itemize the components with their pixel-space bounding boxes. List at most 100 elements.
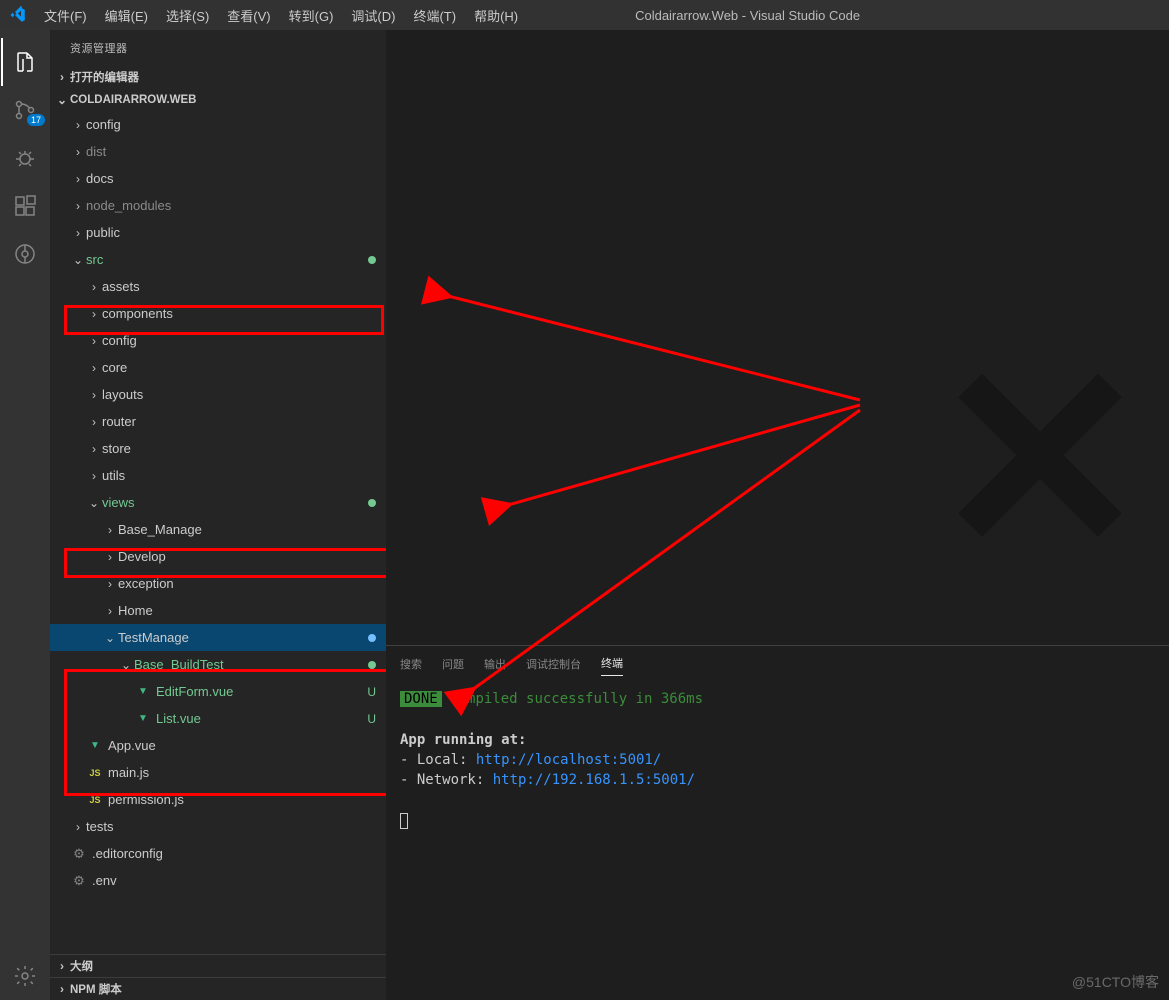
panel-tab-problems[interactable]: 问题 [442,652,464,676]
js-file-icon: JS [86,795,104,805]
chevron-down-icon: ⌄ [54,93,70,107]
vue-file-icon: ▼ [134,713,152,724]
vue-file-icon: ▼ [134,686,152,697]
chevron-down-icon: ⌄ [102,631,118,645]
activity-scm-icon[interactable]: 17 [1,86,49,134]
folder-dist[interactable]: ›dist [50,138,386,165]
folder-docs[interactable]: ›docs [50,165,386,192]
chevron-right-icon: › [86,442,102,456]
folder-core[interactable]: ›core [50,354,386,381]
file-editorconfig[interactable]: ⚙.editorconfig [50,840,386,867]
editor-empty: ✕ [386,30,1169,645]
vue-file-icon: ▼ [86,740,104,751]
chevron-right-icon: › [102,577,118,591]
terminal-output[interactable]: DONE Compiled successfully in 366ms App … [386,681,1169,1000]
menu-selection[interactable]: 选择(S) [158,2,217,29]
panel-tab-terminal[interactable]: 终端 [601,651,623,676]
menu-go[interactable]: 转到(G) [281,2,342,29]
chevron-right-icon: › [86,334,102,348]
folder-home[interactable]: ›Home [50,597,386,624]
tree-label: List.vue [156,711,201,726]
folder-src[interactable]: ⌄src [50,246,386,273]
terminal-line: - Network: [400,772,493,788]
menu-help[interactable]: 帮助(H) [466,2,526,29]
chevron-right-icon: › [70,145,86,159]
modified-dot [368,658,376,672]
file-env[interactable]: ⚙.env [50,867,386,894]
file-editform[interactable]: ▼EditForm.vueU [50,678,386,705]
modified-dot [368,496,376,510]
chevron-down-icon: ⌄ [86,496,102,510]
folder-base-buildtest[interactable]: ⌄Base_BuildTest [50,651,386,678]
folder-components[interactable]: ›components [50,300,386,327]
folder-public[interactable]: ›public [50,219,386,246]
activity-settings-icon[interactable] [1,952,49,1000]
chevron-right-icon: › [86,415,102,429]
terminal-link[interactable]: http://192.168.1.5:5001/ [493,772,695,788]
folder-develop[interactable]: ›Develop [50,543,386,570]
section-outline[interactable]: ›大纲 [50,954,386,977]
terminal-line: Compiled successfully in 366ms [450,691,703,707]
panel-tab-search[interactable]: 搜索 [400,652,422,676]
folder-assets[interactable]: ›assets [50,273,386,300]
file-main-js[interactable]: JSmain.js [50,759,386,786]
terminal-line: - Local: [400,752,476,768]
file-app[interactable]: ▼ App.vue [50,732,386,759]
file-list[interactable]: ▼ List.vue U [50,705,386,732]
chevron-right-icon: › [86,307,102,321]
folder-config[interactable]: ›config [50,111,386,138]
chevron-right-icon: › [54,959,70,973]
editor-area: ✕ 搜索 问题 输出 调试控制台 终端 DONE Compiled succes… [386,30,1169,1000]
folder-utils[interactable]: ›utils [50,462,386,489]
chevron-right-icon: › [70,172,86,186]
tree-label: assets [102,279,140,294]
tree-label: core [102,360,127,375]
panel-tab-output[interactable]: 输出 [484,652,506,676]
file-tree: ›打开的编辑器 ⌄COLDAIRARROW.WEB ›config ›dist … [50,65,386,1000]
menu-view[interactable]: 查看(V) [219,2,278,29]
menu-edit[interactable]: 编辑(E) [97,2,156,29]
vscode-watermark-icon: ✕ [931,310,1149,612]
chevron-right-icon: › [54,70,70,84]
chevron-right-icon: › [86,388,102,402]
folder-layouts[interactable]: ›layouts [50,381,386,408]
activity-debug-icon[interactable] [1,134,49,182]
tree-label: views [102,495,135,510]
activity-remote-icon[interactable] [1,230,49,278]
menu-debug[interactable]: 调试(D) [343,2,403,29]
section-npm[interactable]: ›NPM 脚本 [50,977,386,1000]
folder-tests[interactable]: ›tests [50,813,386,840]
chevron-down-icon: ⌄ [118,658,134,672]
activity-explorer-icon[interactable] [1,38,49,86]
folder-testmanage[interactable]: ⌄TestManage [50,624,386,651]
gear-icon: ⚙ [70,873,88,889]
tree-label: Home [118,603,153,618]
section-open-editors[interactable]: ›打开的编辑器 [50,65,386,88]
folder-node-modules[interactable]: ›node_modules [50,192,386,219]
tree-label: config [102,333,137,348]
section-label: COLDAIRARROW.WEB [70,94,197,106]
panel-tab-debug-console[interactable]: 调试控制台 [526,652,581,676]
menu-file[interactable]: 文件(F) [36,2,95,29]
titlebar: 文件(F) 编辑(E) 选择(S) 查看(V) 转到(G) 调试(D) 终端(T… [0,0,1169,30]
file-permission-js[interactable]: JSpermission.js [50,786,386,813]
activity-extensions-icon[interactable] [1,182,49,230]
chevron-down-icon: ⌄ [70,253,86,267]
chevron-right-icon: › [86,280,102,294]
section-project[interactable]: ⌄COLDAIRARROW.WEB [50,88,386,111]
tree-label: App.vue [108,738,156,753]
tree-label: tests [86,819,113,834]
menu-bar: 文件(F) 编辑(E) 选择(S) 查看(V) 转到(G) 调试(D) 终端(T… [36,2,526,29]
folder-views[interactable]: ⌄views [50,489,386,516]
folder-router[interactable]: ›router [50,408,386,435]
folder-config-inner[interactable]: ›config [50,327,386,354]
folder-base-manage[interactable]: ›Base_Manage [50,516,386,543]
modified-dot [368,253,376,267]
folder-exception[interactable]: ›exception [50,570,386,597]
folder-store[interactable]: ›store [50,435,386,462]
untracked-badge: U [367,712,376,726]
tree-label: .editorconfig [92,846,163,861]
terminal-link[interactable]: http://localhost:5001/ [476,752,661,768]
tree-label: store [102,441,131,456]
menu-terminal[interactable]: 终端(T) [405,2,464,29]
